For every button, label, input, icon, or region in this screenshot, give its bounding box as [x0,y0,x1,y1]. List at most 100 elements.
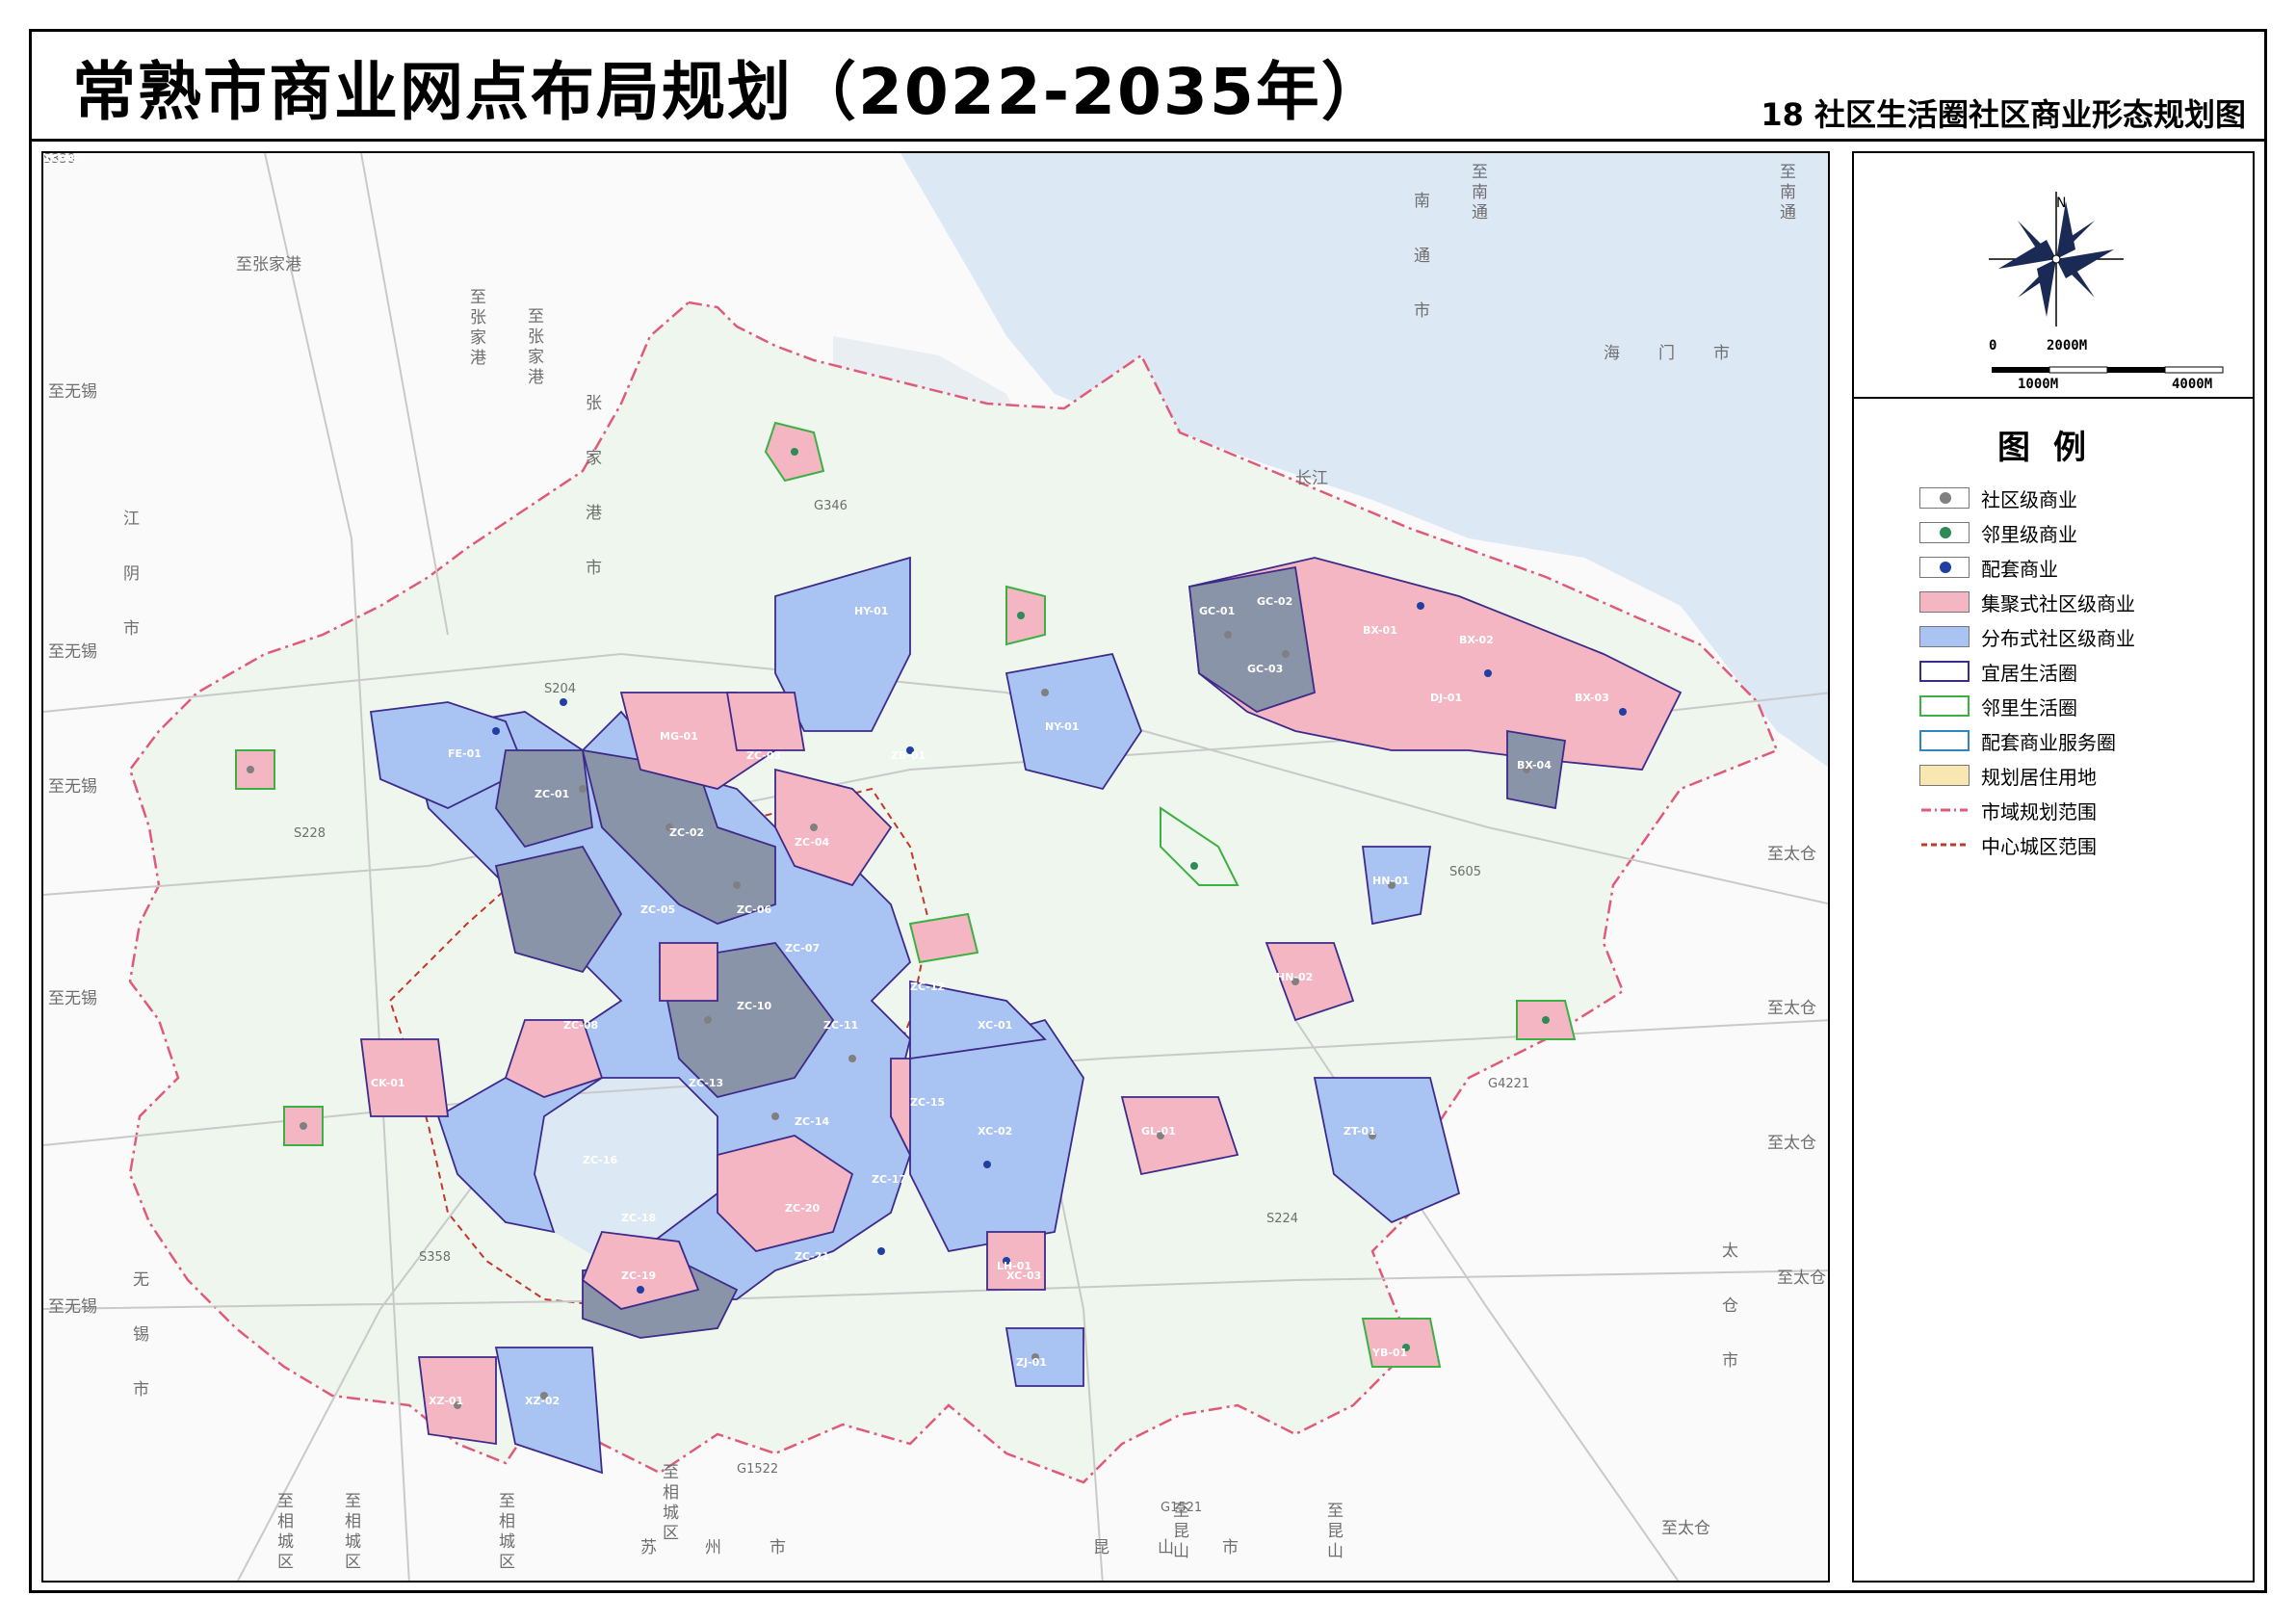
legend-item: 集聚式社区级商业 [1919,585,2135,619]
zone-code: ZT-01 [1344,1125,1376,1138]
label-zhi-taicang-5: 至太仓 [1661,1519,1710,1538]
north-label: N [2056,196,2067,211]
compass-rose-icon [1989,192,2124,327]
label-zhangjiagang-shi: 张家港市 [582,394,601,614]
zone-code: XC-02 [978,1125,1013,1138]
legend-swatch-clustered [1919,591,1970,613]
road-g346: G346 [814,499,848,513]
pink-zone-zc09 [659,942,718,1002]
zone-code: BX-03 [1575,692,1609,704]
legend-swatch-residential [1919,765,1970,786]
label-zhi-taicang-3: 至太仓 [1767,1134,1816,1153]
zone-code: HY-01 [854,605,889,617]
zone-code: ZC-19 [621,1269,657,1282]
label-zhi-wuxi-1: 至无锡 [48,382,97,402]
label-zhi-zhangjiagang-3: 至张家港 [236,255,301,275]
zone-code: ZC-05 [640,903,676,916]
scale-label-4000: 4000M [2172,377,2213,392]
zone-code: ZC-09 [43,152,79,165]
zone-code: ZC-04 [795,836,830,849]
map-panel[interactable]: 至张家港 至张家港 至张家港 至南通 至南通 南通市 海门市 张家港市 江阴市 … [41,151,1830,1583]
legend-item: 规划居住用地 [1919,758,2135,793]
scale-label-1000: 1000M [2018,377,2059,392]
side-panel: N 0 2000M 1000M 4000M 图例 社区级商业 邻里级商业 配套商… [1852,151,2255,1583]
zone-code: ZC-02 [669,826,705,839]
legend-item: 社区级商业 [1919,481,2135,515]
label-zhi-nantong-1: 至南通 [1468,163,1487,223]
legend-item: 市域规划范围 [1919,793,2135,827]
label-nantong-shi: 南通市 [1410,192,1429,356]
label-jiang: 长江 [1295,469,1328,488]
legend-label: 宜居生活圈 [1981,661,2077,685]
zone-code: ZB-01 [891,749,926,762]
zone-mg-small [725,692,806,751]
zone-code: XC-01 [978,1019,1013,1032]
road-s204: S204 [544,682,577,696]
zone-code: MG-01 [660,730,698,743]
map-canvas[interactable] [43,153,1830,1583]
road-g1522: G1522 [737,1462,779,1477]
zone-code: BX-02 [1459,634,1494,646]
zone-code: GC-01 [1199,605,1236,617]
road-g1521: G1521 [1161,1501,1203,1515]
label-zhi-xiangcheng-4: 至相城区 [659,1463,678,1544]
map-title: 常熟市商业网点布局规划（2022-2035年） [72,55,1387,129]
road-s605: S605 [1449,865,1482,879]
legend-title: 图例 [1997,429,2109,467]
zone-code: ZC-21 [795,1250,830,1263]
label-zhi-wuxi-4: 至无锡 [48,989,97,1008]
label-zhi-xiangcheng-2: 至相城区 [341,1492,360,1573]
zone-code: ZJ-01 [1016,1356,1047,1369]
zone-code: ZC-03 [746,749,782,762]
zone-code: ZC-11 [823,1019,859,1032]
legend-swatch-support-dot [1919,557,1970,578]
zone-code: ZC-07 [785,942,821,955]
zone-code: HN-01 [1372,875,1410,887]
legend-label: 社区级商业 [1981,487,2077,511]
label-suzhou-shi: 苏州市 [640,1538,834,1557]
legend-swatch-livable-circle [1919,661,1970,682]
legend: 社区级商业 邻里级商业 配套商业 集聚式社区级商业 分布式社区级商业 宜居生活圈… [1919,481,2135,862]
road-s358: S358 [419,1250,452,1265]
zone-code: LH-01 [997,1260,1032,1272]
legend-item: 配套商业服务圈 [1919,723,2135,758]
side-divider [1854,397,2253,399]
label-haimen-shi: 海门市 [1604,344,1768,363]
label-zhi-taicang-1: 至太仓 [1767,845,1816,864]
sheet-title: 18 社区生活圈社区商业形态规划图 [1761,96,2246,133]
zone-code: BX-04 [1517,759,1552,772]
zone-code: GC-02 [1257,595,1293,608]
zone-code: GC-03 [1247,663,1284,675]
label-zhi-taicang-2: 至太仓 [1767,999,1816,1018]
label-zhi-wuxi-3: 至无锡 [48,777,97,797]
zone-code: ZC-18 [621,1212,657,1224]
zone-code: ZC-14 [795,1115,830,1128]
label-zhi-kunshan-2: 至昆山 [1323,1502,1343,1562]
legend-item: 配套商业 [1919,550,2135,585]
legend-label: 集聚式社区级商业 [1981,591,2135,615]
legend-swatch-central-boundary [1919,834,1970,855]
zone-code: ZC-01 [535,788,570,800]
label-zhi-zhangjiagang-1: 至张家港 [466,288,485,369]
label-taicang-shi: 太仓市 [1718,1242,1737,1406]
zone-code: ZC-08 [563,1019,599,1032]
legend-swatch-support-circle [1919,730,1970,751]
zone-code: ZC-10 [737,1000,772,1012]
legend-item: 邻里级商业 [1919,515,2135,550]
legend-item: 分布式社区级商业 [1919,619,2135,654]
legend-swatch-neighborhood-circle [1919,695,1970,717]
zone-code: CK-01 [371,1077,405,1089]
zone-code: HN-02 [1276,971,1314,983]
zone-code: GL-01 [1141,1125,1176,1138]
zone-code: NY-01 [1045,720,1080,733]
label-zhi-wuxi-5: 至无锡 [48,1297,97,1317]
legend-label: 中心城区范围 [1981,834,2097,858]
zone-code: ZC-17 [872,1173,907,1186]
zone-code: XZ-01 [429,1395,464,1407]
zone-code: ZC-06 [737,903,772,916]
road-s228: S228 [294,826,326,841]
legend-label: 分布式社区级商业 [1981,626,2135,650]
label-zhi-xiangcheng-1: 至相城区 [274,1492,293,1573]
label-zhi-nantong-2: 至南通 [1776,163,1795,223]
legend-swatch-community-dot [1919,487,1970,509]
